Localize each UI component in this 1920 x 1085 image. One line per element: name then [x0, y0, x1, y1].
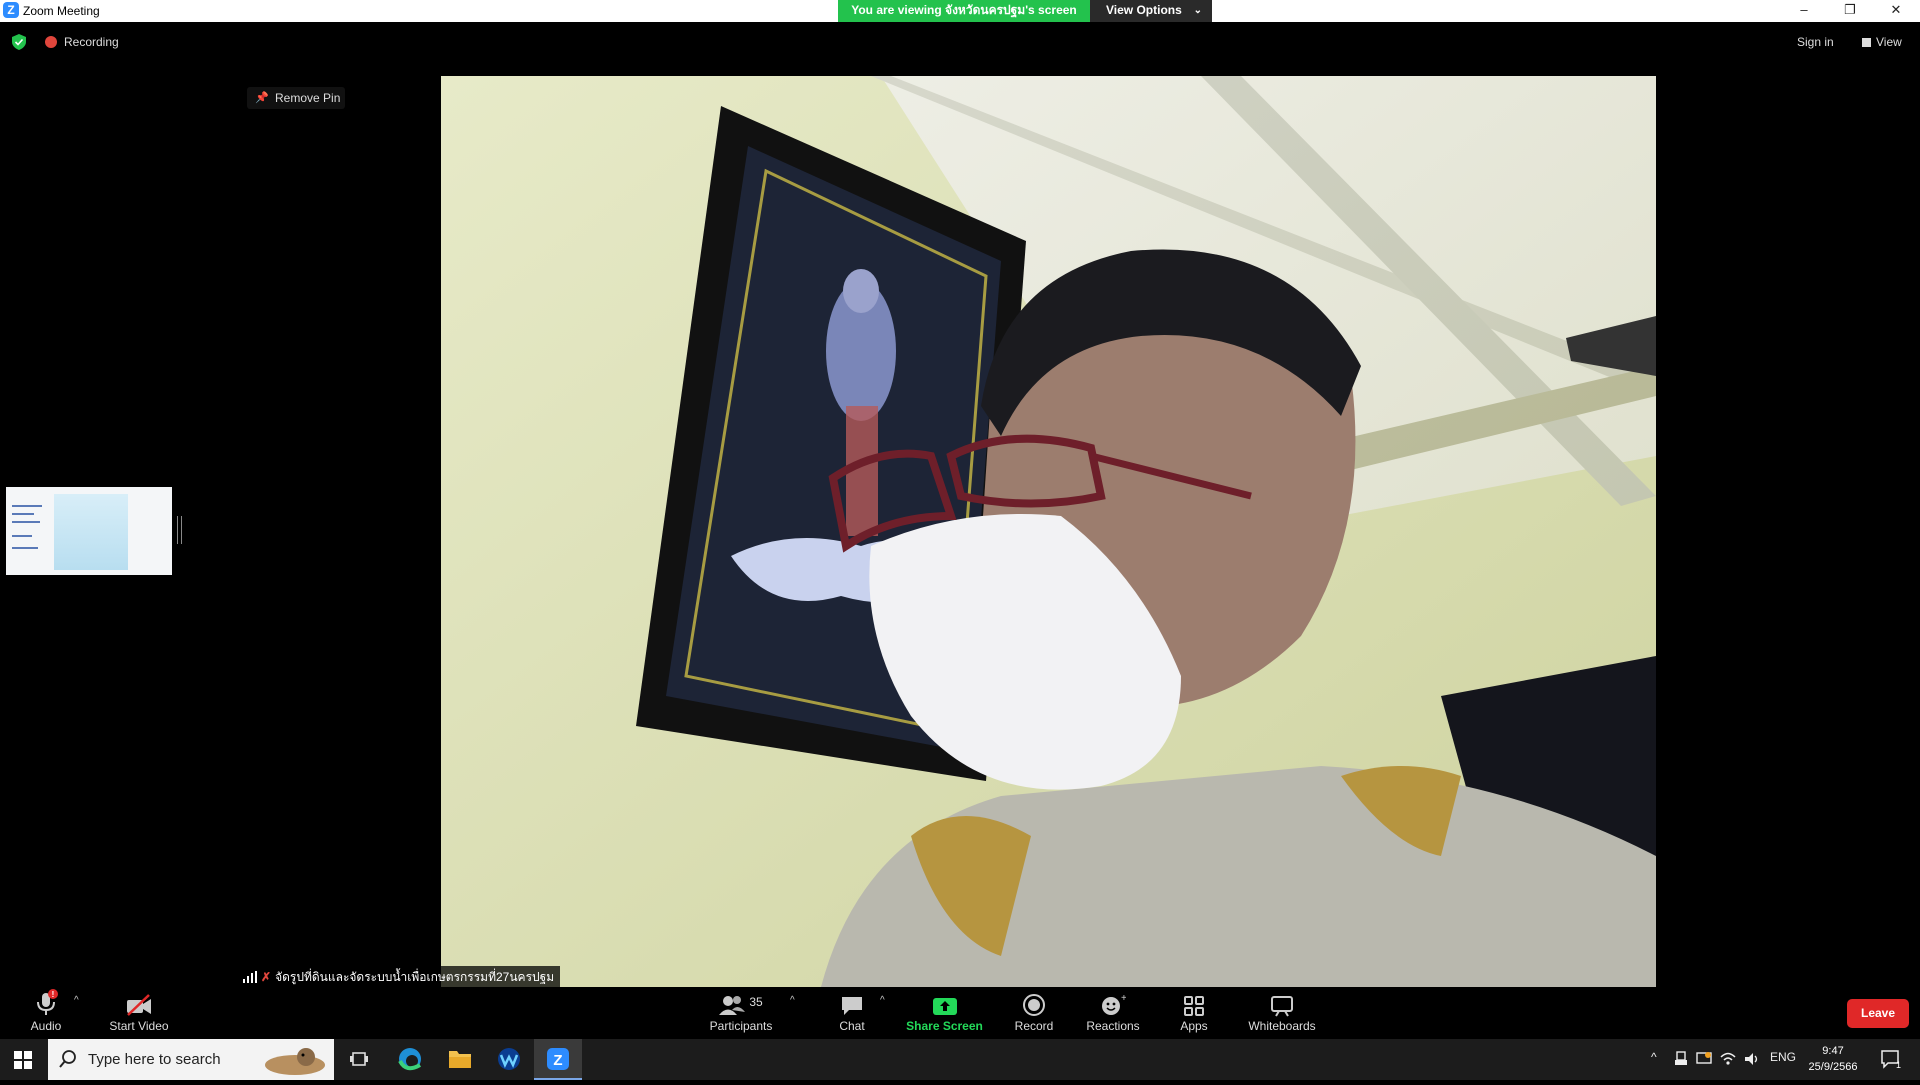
- notification-count: 1: [1896, 1060, 1901, 1069]
- chat-label: Chat: [839, 1019, 865, 1033]
- muted-mic-icon: ✗: [261, 970, 272, 984]
- audio-warning-badge: !: [52, 990, 55, 999]
- recording-indicator[interactable]: Recording: [64, 35, 119, 49]
- record-button[interactable]: Record: [1012, 987, 1056, 1039]
- task-view-button[interactable]: [336, 1039, 384, 1080]
- chat-icon: [842, 997, 862, 1015]
- windows-taskbar: Type here to search Z ^ ENG 9:47 25/9/25…: [0, 1039, 1920, 1080]
- wifi-icon[interactable]: [1720, 1051, 1736, 1067]
- remove-pin-button[interactable]: 📌 Remove Pin: [247, 87, 345, 109]
- close-button[interactable]: ✕: [1873, 0, 1919, 22]
- clock-time: 9:47: [1822, 1045, 1844, 1057]
- windows-start-icon[interactable]: [14, 1051, 32, 1069]
- zoom-logo-icon: Z: [3, 2, 19, 18]
- folder-icon: [449, 1051, 471, 1068]
- share-screen-label: Share Screen: [906, 1019, 983, 1033]
- show-hidden-icons-chevron-icon[interactable]: ^: [1651, 1050, 1657, 1064]
- leave-button[interactable]: Leave: [1847, 999, 1909, 1028]
- apps-button[interactable]: Apps: [1172, 987, 1216, 1039]
- view-button[interactable]: View: [1862, 35, 1902, 49]
- share-screen-button[interactable]: Share Screen: [906, 987, 983, 1039]
- apps-label: Apps: [1180, 1019, 1208, 1033]
- search-icon: [59, 1050, 76, 1068]
- restore-button[interactable]: ❐: [1827, 0, 1873, 22]
- recording-dot-icon: [45, 36, 57, 48]
- search-highlight-illustration-icon: [265, 1048, 325, 1075]
- pin-icon: 📌: [255, 92, 269, 104]
- signal-strength-icon: [243, 971, 257, 983]
- encryption-shield-icon[interactable]: [12, 34, 26, 50]
- taskbar-search-box[interactable]: Type here to search: [48, 1039, 334, 1080]
- usb-device-icon[interactable]: [1674, 1051, 1688, 1067]
- shared-screen-thumbnail[interactable]: [6, 487, 172, 575]
- participants-label: Participants: [709, 1019, 773, 1033]
- reactions-icon: +: [1102, 993, 1126, 1015]
- view-label: View: [1876, 35, 1902, 49]
- chevron-down-icon: ⌄: [1193, 5, 1202, 16]
- whiteboards-label: Whiteboards: [1248, 1019, 1316, 1033]
- participant-video: [441, 76, 1656, 987]
- taskbar-file-explorer-button[interactable]: [436, 1039, 484, 1080]
- sign-in-button[interactable]: Sign in: [1797, 35, 1834, 49]
- grid-icon: [1862, 38, 1871, 47]
- participant-name-tag: ✗ จัดรูปที่ดินและจัดระบบน้ำเพื่อเกษตรกรรม…: [239, 966, 561, 988]
- reactions-label: Reactions: [1086, 1019, 1140, 1033]
- thumbnail-resize-handle[interactable]: [177, 516, 182, 544]
- start-video-label: Start Video: [109, 1019, 169, 1033]
- participants-button[interactable]: 35 Participants: [704, 987, 778, 1039]
- minimize-button[interactable]: –: [1781, 0, 1827, 22]
- search-placeholder: Type here to search: [88, 1051, 221, 1068]
- participants-icon: [719, 996, 746, 1015]
- clock-date: 25/9/2566: [1808, 1061, 1858, 1073]
- chat-button[interactable]: Chat: [830, 987, 874, 1039]
- taskbar-clock[interactable]: 9:47 25/9/2566: [1803, 1043, 1863, 1075]
- window-title: Zoom Meeting: [23, 4, 100, 18]
- svg-text:Z: Z: [553, 1052, 562, 1069]
- viewing-screen-banner: You are viewing จังหวัดนครปฐม's screen: [838, 0, 1090, 22]
- participant-name: จัดรูปที่ดินและจัดระบบน้ำเพื่อเกษตรกรรมท…: [275, 970, 555, 984]
- audio-label: Audio: [30, 1019, 62, 1033]
- edge-browser-icon: [398, 1048, 421, 1071]
- participants-options-chevron-icon[interactable]: ^: [790, 995, 795, 1006]
- shared-document-preview: [54, 494, 128, 570]
- taskbar-webex-button[interactable]: [485, 1039, 533, 1080]
- svg-text:+: +: [1121, 993, 1126, 1004]
- microphone-icon: !: [37, 989, 58, 1015]
- taskbar-zoom-button[interactable]: Z: [534, 1039, 582, 1080]
- language-indicator[interactable]: ENG: [1770, 1050, 1796, 1064]
- title-bar: Z Zoom Meeting You are viewing จังหวัดนค…: [0, 0, 1920, 22]
- task-view-icon: [350, 1052, 368, 1066]
- record-label: Record: [1014, 1019, 1054, 1033]
- chat-options-chevron-icon[interactable]: ^: [880, 995, 885, 1006]
- meeting-toolbar: ! Audio ^ Start Video 35 Participants ^ …: [0, 987, 1920, 1039]
- whiteboards-button[interactable]: Whiteboards: [1244, 987, 1320, 1039]
- zoom-app-icon: Z: [547, 1048, 569, 1070]
- video-off-icon: [127, 994, 151, 1016]
- notification-center-icon[interactable]: 1: [1880, 1049, 1902, 1069]
- view-options-button[interactable]: View Options ⌄: [1090, 0, 1212, 22]
- share-screen-icon: [932, 998, 957, 1015]
- view-options-label: View Options: [1106, 3, 1182, 17]
- record-icon: [1023, 994, 1045, 1016]
- display-icon[interactable]: [1696, 1051, 1712, 1067]
- start-video-button[interactable]: Start Video: [104, 987, 174, 1039]
- participants-count: 35: [749, 995, 763, 1009]
- whiteboard-icon: [1271, 996, 1293, 1017]
- remove-pin-label: Remove Pin: [275, 91, 341, 105]
- taskbar-edge-button[interactable]: [386, 1039, 434, 1080]
- reactions-button[interactable]: + Reactions: [1084, 987, 1142, 1039]
- webex-icon: [498, 1048, 520, 1070]
- volume-icon[interactable]: [1744, 1051, 1760, 1067]
- audio-options-chevron-icon[interactable]: ^: [74, 995, 79, 1006]
- apps-icon: [1184, 996, 1204, 1016]
- audio-button[interactable]: ! Audio: [22, 987, 70, 1039]
